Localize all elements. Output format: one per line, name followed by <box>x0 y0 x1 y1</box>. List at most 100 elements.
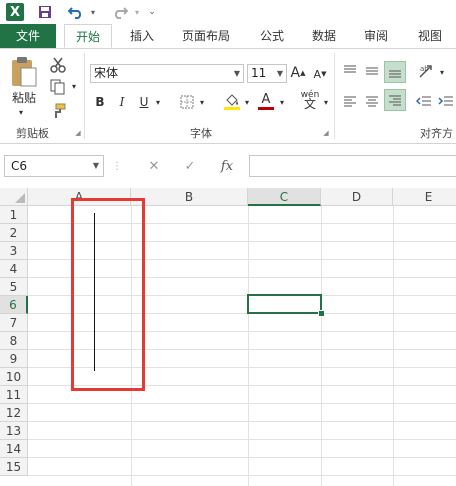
tab-view[interactable]: 视图 <box>408 24 452 48</box>
align-left-icon[interactable] <box>340 91 360 111</box>
underline-button[interactable]: U <box>136 93 152 111</box>
column-header-selected[interactable]: C <box>248 188 321 206</box>
align-middle-icon[interactable] <box>362 61 382 81</box>
grow-font-button[interactable]: A ▲ <box>290 63 306 83</box>
chevron-down-icon: ▼ <box>233 69 241 78</box>
increase-indent-icon[interactable] <box>436 91 456 111</box>
row-header[interactable]: 12 <box>0 404 28 422</box>
formula-input[interactable] <box>249 155 456 177</box>
bold-button[interactable]: B <box>92 93 108 111</box>
font-color-icon[interactable]: A <box>256 91 276 111</box>
shrink-font-label: A <box>313 67 322 81</box>
redo-dropdown-icon[interactable]: ▾ <box>132 3 142 21</box>
cancel-icon[interactable]: ✕ <box>142 155 166 177</box>
annotation-highlight-box <box>71 198 145 391</box>
gridline <box>28 475 456 476</box>
tab-review[interactable]: 审阅 <box>354 24 398 48</box>
fill-handle[interactable] <box>318 310 325 317</box>
row-header[interactable]: 2 <box>0 224 28 242</box>
copy-icon[interactable] <box>48 77 70 97</box>
border-dropdown-icon[interactable]: ▾ <box>198 95 206 109</box>
align-center-icon[interactable] <box>362 91 382 111</box>
row-header[interactable]: 4 <box>0 260 28 278</box>
shrink-font-button[interactable]: A ▼ <box>312 65 328 83</box>
column-header[interactable]: E <box>393 188 456 206</box>
enter-icon[interactable]: ✓ <box>178 155 202 177</box>
paste-dropdown-icon[interactable]: ▾ <box>14 107 28 117</box>
paste-button[interactable]: 粘贴 <box>6 89 42 105</box>
save-icon[interactable] <box>36 3 54 21</box>
font-color-dropdown-icon[interactable]: ▾ <box>278 95 286 109</box>
formula-bar: C6 ▼ ⋮ ✕ ✓ fx <box>0 150 456 180</box>
insert-function-button[interactable]: fx <box>214 155 240 177</box>
name-box[interactable]: C6 ▼ <box>4 155 104 177</box>
row-header-selected[interactable]: 6 <box>0 296 28 314</box>
phonetic-dropdown-icon[interactable]: ▾ <box>322 95 330 109</box>
tab-formulas[interactable]: 公式 <box>250 24 294 48</box>
svg-text:ab: ab <box>420 65 429 73</box>
row-header[interactable]: 11 <box>0 386 28 404</box>
worksheet-grid[interactable]: A B C D E 1 2 3 4 5 6 7 8 9 10 11 12 13 … <box>0 188 456 486</box>
column-header[interactable]: B <box>131 188 248 206</box>
orientation-icon[interactable]: ab <box>416 61 438 81</box>
ribbon: 粘贴 ▾ ▾ 剪贴板 ◢ 宋体 ▼ 11 ▼ A ▲ A ▼ B I U ▾ ▾ ▾… <box>0 48 456 144</box>
font-color-glyph: A <box>261 91 271 107</box>
tab-home[interactable]: 开始 <box>64 24 112 48</box>
tab-insert[interactable]: 插入 <box>120 24 164 48</box>
italic-button[interactable]: I <box>114 93 130 111</box>
grow-font-label: A <box>290 65 301 81</box>
paste-icon[interactable] <box>6 55 42 89</box>
underline-dropdown-icon[interactable]: ▾ <box>154 95 162 109</box>
decrease-indent-icon[interactable] <box>414 91 434 111</box>
select-all-corner[interactable] <box>0 188 28 206</box>
row-header[interactable]: 3 <box>0 242 28 260</box>
font-size-combo[interactable]: 11 ▼ <box>247 64 287 83</box>
ribbon-tabs: 文件 开始 插入 页面布局 公式 数据 审阅 视图 <box>0 24 456 48</box>
orientation-dropdown-icon[interactable]: ▾ <box>438 65 446 79</box>
align-top-icon[interactable] <box>340 61 360 81</box>
gridline <box>321 206 322 486</box>
formula-bar-grip-icon: ⋮ <box>112 160 122 172</box>
row-header[interactable]: 10 <box>0 368 28 386</box>
phonetic-button[interactable]: wén 文 <box>296 89 324 111</box>
fill-color-dropdown-icon[interactable]: ▾ <box>243 95 251 109</box>
row-header[interactable]: 8 <box>0 332 28 350</box>
redo-icon[interactable] <box>108 3 132 21</box>
row-header[interactable]: 7 <box>0 314 28 332</box>
gridline <box>393 206 394 486</box>
excel-app-icon: X <box>6 3 24 21</box>
row-header[interactable]: 9 <box>0 350 28 368</box>
copy-dropdown-icon[interactable]: ▾ <box>70 79 78 93</box>
border-icon[interactable] <box>178 93 196 111</box>
alignment-group-label: 对齐方 <box>420 127 453 140</box>
font-group-label: 字体 <box>190 127 212 140</box>
cut-icon[interactable] <box>48 55 68 75</box>
tab-file[interactable]: 文件 <box>0 24 56 48</box>
tab-data[interactable]: 数据 <box>302 24 346 48</box>
undo-dropdown-icon[interactable]: ▾ <box>88 3 98 21</box>
undo-icon[interactable] <box>64 3 88 21</box>
fill-color-icon[interactable] <box>222 91 242 111</box>
name-box-value: C6 <box>11 159 28 173</box>
format-painter-icon[interactable] <box>48 101 68 121</box>
font-launcher-icon[interactable]: ◢ <box>322 129 330 137</box>
active-cell-c6[interactable] <box>247 294 322 314</box>
row-header[interactable]: 15 <box>0 458 28 476</box>
gridline <box>28 421 456 422</box>
font-color-swatch <box>258 106 274 110</box>
row-header[interactable]: 13 <box>0 422 28 440</box>
row-header[interactable]: 1 <box>0 206 28 224</box>
chevron-down-icon: ▼ <box>92 161 99 170</box>
align-right-icon[interactable] <box>384 89 406 111</box>
align-bottom-icon[interactable] <box>384 61 406 83</box>
row-header[interactable]: 5 <box>0 278 28 296</box>
row-header[interactable]: 14 <box>0 440 28 458</box>
customize-icon[interactable]: ⌄ <box>146 3 158 21</box>
tab-page-layout[interactable]: 页面布局 <box>172 24 240 48</box>
quick-access-toolbar: X ▾ ▾ ⌄ <box>0 0 456 24</box>
chevron-down-icon: ▼ <box>276 69 284 78</box>
clipboard-launcher-icon[interactable]: ◢ <box>74 129 82 137</box>
font-name-combo[interactable]: 宋体 ▼ <box>90 64 244 83</box>
column-header[interactable]: D <box>321 188 393 206</box>
group-divider <box>334 53 335 139</box>
